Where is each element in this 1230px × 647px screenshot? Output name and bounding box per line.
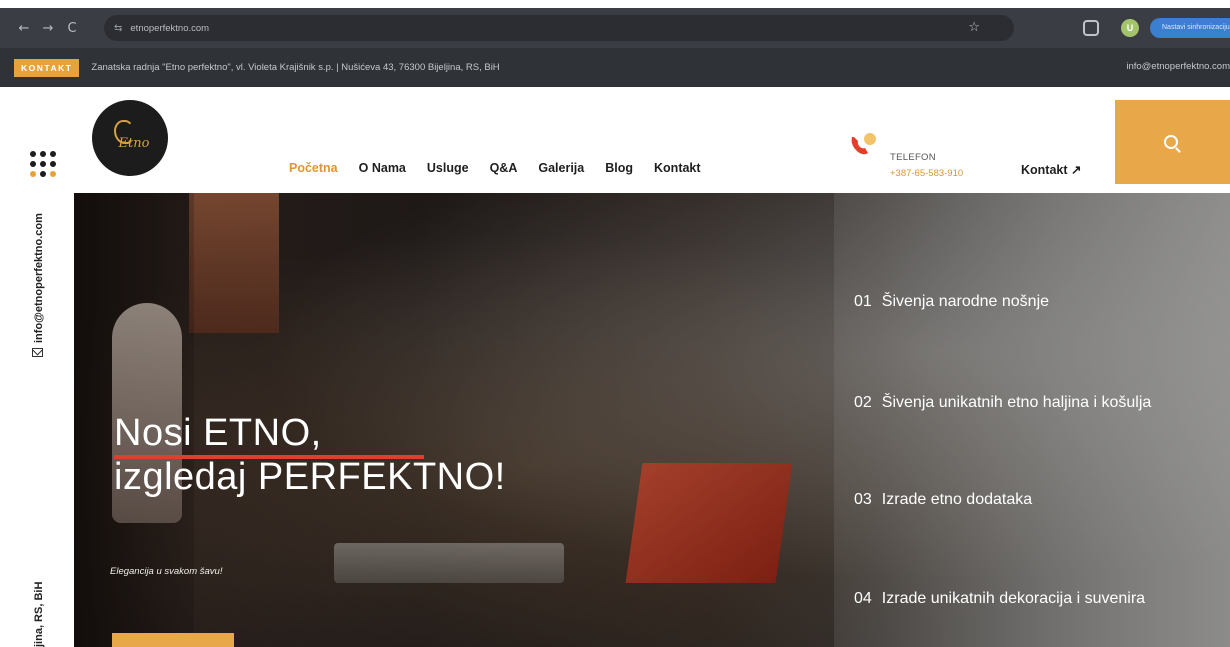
top-info-bar: KONTAKT Zanatska radnja "Etno perfektno"… — [0, 48, 1230, 87]
side-email-link[interactable]: info@etnoperfektno.com — [33, 213, 45, 343]
main-nav: Početna O Nama Usluge Q&A Galerija Blog … — [289, 161, 722, 175]
service-item[interactable]: 02 Šivenja unikatnih etno haljina i košul… — [854, 394, 1151, 412]
browser-toolbar: ← → C ⇆ etnoperfektno.com ☆ U Nastavi si… — [0, 8, 1230, 48]
hero-underline — [114, 455, 424, 459]
site-header — [0, 87, 1230, 193]
service-item[interactable]: 01 Šivenja narodne nošnje — [854, 293, 1049, 311]
search-button[interactable] — [1115, 100, 1230, 184]
service-item[interactable]: 03 Izrade etno dodataka — [854, 491, 1032, 509]
hero-subtitle: Elegancija u svakom šavu! — [110, 566, 223, 577]
menu-grid-icon[interactable] — [30, 151, 56, 177]
search-icon — [1163, 135, 1178, 149]
hero-title-line1: Nosi ETNO, — [114, 412, 322, 454]
address-url[interactable]: etnoperfektno.com — [130, 23, 209, 34]
mail-icon — [32, 348, 43, 357]
address-bar[interactable]: ⇆ etnoperfektno.com ☆ — [104, 15, 1014, 41]
site-logo[interactable]: Etno — [92, 100, 168, 176]
extensions-icon[interactable] — [1083, 20, 1099, 36]
phone-icon — [851, 133, 876, 155]
side-location: jina, RS, BiH — [33, 581, 45, 647]
nav-pocetna[interactable]: Početna — [289, 161, 338, 175]
logo-swirl-icon — [114, 120, 134, 144]
nav-usluge[interactable]: Usluge — [427, 161, 469, 175]
phone-label: TELEFON — [890, 152, 936, 163]
hero-cta-button[interactable] — [112, 633, 234, 647]
site-settings-icon[interactable]: ⇆ — [114, 23, 122, 34]
hero-section: Nosi ETNO, izgledaj PERFEKTNO! Elegancij… — [74, 193, 1230, 647]
nav-kontakt[interactable]: Kontakt — [654, 161, 701, 175]
page: ← → C ⇆ etnoperfektno.com ☆ U Nastavi si… — [0, 0, 1230, 647]
info-email-link[interactable]: info@etnoperfektno.com — [1126, 61, 1230, 72]
shop-address: Zanatska radnja "Etno perfektno", vl. Vi… — [91, 62, 500, 73]
nav-qa[interactable]: Q&A — [490, 161, 518, 175]
nav-galerija[interactable]: Galerija — [538, 161, 584, 175]
service-item[interactable]: 04 Izrade unikatnih dekoracija i suvenira — [854, 590, 1145, 608]
bookmark-star-icon[interactable]: ☆ — [968, 20, 980, 35]
kontakt-header-link[interactable]: Kontakt ↗ — [1021, 162, 1081, 177]
phone-number-link[interactable]: +387-65-583-910 — [890, 168, 963, 179]
reload-icon[interactable]: C — [60, 21, 84, 36]
kontakt-tag[interactable]: KONTAKT — [14, 58, 80, 77]
profile-avatar[interactable]: U — [1121, 19, 1139, 37]
nav-blog[interactable]: Blog — [605, 161, 633, 175]
back-icon[interactable]: ← — [12, 21, 36, 36]
hero-title-line2: izgledaj PERFEKTNO! — [114, 456, 506, 498]
sync-button[interactable]: Nastavi sinhronizaciju — [1150, 18, 1230, 38]
forward-icon[interactable]: → — [36, 21, 60, 36]
nav-o-nama[interactable]: O Nama — [359, 161, 406, 175]
